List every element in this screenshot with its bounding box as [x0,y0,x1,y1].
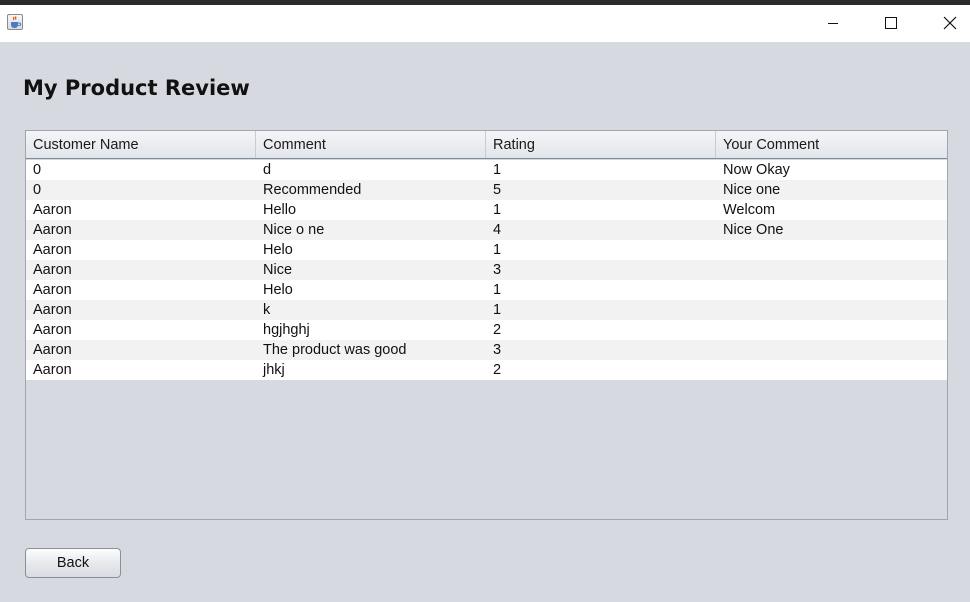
cell-customer-name[interactable]: Aaron [26,280,256,300]
cell-customer-name[interactable]: Aaron [26,240,256,260]
cell-comment[interactable]: Helo [256,280,486,300]
page-title: My Product Review [23,76,250,100]
table-row[interactable]: Aaron Nice o ne 4 Nice One [26,220,947,240]
close-button[interactable] [926,5,970,42]
cell-customer-name[interactable]: Aaron [26,360,256,380]
cell-customer-name[interactable]: Aaron [26,300,256,320]
column-header-customer-name[interactable]: Customer Name [26,131,256,158]
cell-customer-name[interactable]: Aaron [26,340,256,360]
cell-comment[interactable]: Recommended [256,180,486,200]
back-button[interactable]: Back [25,548,121,578]
cell-customer-name[interactable]: Aaron [26,260,256,280]
cell-your-comment[interactable] [716,300,947,320]
table-row[interactable]: 0 d 1 Now Okay [26,160,947,180]
cell-customer-name[interactable]: 0 [26,180,256,200]
cell-rating[interactable]: 2 [486,360,716,380]
cell-rating[interactable]: 1 [486,240,716,260]
cell-comment[interactable]: Nice o ne [256,220,486,240]
cell-rating[interactable]: 4 [486,220,716,240]
cell-customer-name[interactable]: Aaron [26,220,256,240]
cell-rating[interactable]: 5 [486,180,716,200]
cell-customer-name[interactable]: Aaron [26,200,256,220]
table-row[interactable]: 0 Recommended 5 Nice one [26,180,947,200]
cell-comment[interactable]: The product was good [256,340,486,360]
cell-your-comment[interactable] [716,260,947,280]
minimize-icon [828,23,838,24]
cell-your-comment[interactable]: Nice One [716,220,947,240]
cell-your-comment[interactable]: Welcom [716,200,947,220]
cell-your-comment[interactable] [716,320,947,340]
table-row[interactable]: Aaron Helo 1 [26,240,947,260]
cell-comment[interactable]: k [256,300,486,320]
column-header-comment[interactable]: Comment [256,131,486,158]
cell-comment[interactable]: jhkj [256,360,486,380]
java-cup-icon [7,14,23,30]
cell-your-comment[interactable] [716,280,947,300]
cell-rating[interactable]: 3 [486,260,716,280]
cell-rating[interactable]: 3 [486,340,716,360]
cell-your-comment[interactable] [716,360,947,380]
table-row[interactable]: Aaron Nice 3 [26,260,947,280]
column-header-your-comment[interactable]: Your Comment [716,131,947,158]
cell-your-comment[interactable]: Now Okay [716,160,947,180]
cell-rating[interactable]: 1 [486,300,716,320]
table-body: 0 d 1 Now Okay 0 Recommended 5 Nice one Aaron Hel… [26,160,947,380]
cell-customer-name[interactable]: 0 [26,160,256,180]
table-row[interactable]: Aaron jhkj 2 [26,360,947,380]
reviews-table[interactable]: Customer Name Comment Rating Your Commen… [25,130,948,520]
column-header-rating[interactable]: Rating [486,131,716,158]
cell-your-comment[interactable] [716,240,947,260]
cell-comment[interactable]: Hello [256,200,486,220]
table-row[interactable]: Aaron The product was good 3 [26,340,947,360]
cell-comment[interactable]: Helo [256,240,486,260]
maximize-icon [885,17,897,29]
table-header: Customer Name Comment Rating Your Commen… [26,131,947,159]
cell-rating[interactable]: 1 [486,280,716,300]
cell-comment[interactable]: d [256,160,486,180]
cell-rating[interactable]: 1 [486,160,716,180]
cell-rating[interactable]: 1 [486,200,716,220]
cell-customer-name[interactable]: Aaron [26,320,256,340]
maximize-button[interactable] [868,5,914,42]
close-icon [943,16,957,30]
cell-your-comment[interactable] [716,340,947,360]
minimize-button[interactable] [810,5,856,42]
cell-comment[interactable]: hgjhghj [256,320,486,340]
table-row[interactable]: Aaron Helo 1 [26,280,947,300]
table-row[interactable]: Aaron Hello 1 Welcom [26,200,947,220]
table-row[interactable]: Aaron hgjhghj 2 [26,320,947,340]
cell-comment[interactable]: Nice [256,260,486,280]
cell-rating[interactable]: 2 [486,320,716,340]
table-row[interactable]: Aaron k 1 [26,300,947,320]
cell-your-comment[interactable]: Nice one [716,180,947,200]
